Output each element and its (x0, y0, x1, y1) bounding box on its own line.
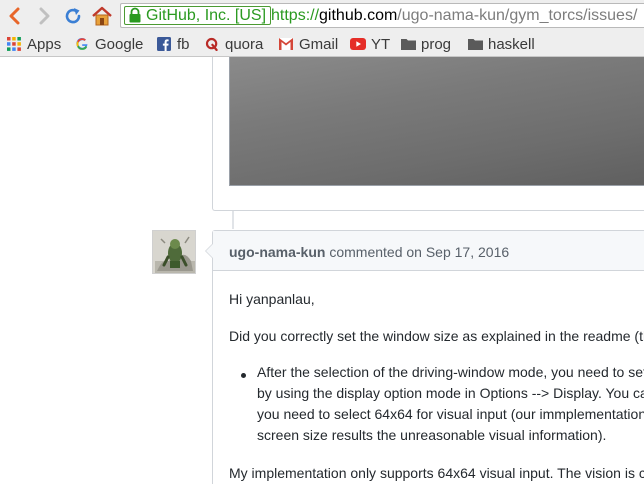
bookmark-label: Apps (27, 35, 62, 53)
bookmark-label: Google (95, 35, 144, 53)
folder-icon (400, 36, 416, 52)
google-icon (74, 36, 90, 52)
list-item-line: by using the display option mode in Opti… (257, 385, 644, 401)
ev-certificate-badge[interactable]: GitHub, Inc. [US] (124, 6, 272, 25)
comment-greeting: Hi yanpanlau, (229, 291, 315, 307)
url-scheme: https:// (271, 7, 320, 24)
folder-icon (467, 36, 483, 52)
back-arrow-icon (9, 7, 20, 25)
previous-comment (212, 57, 644, 211)
youtube-icon (350, 36, 366, 52)
bookmarks-bar: Apps Google fb quora Gmail YT prog haske… (0, 31, 644, 57)
comment-header: ugo-nama-kun commented on Sep 17, 2016 (213, 231, 644, 271)
facebook-icon (156, 36, 172, 52)
bookmark-label: fb (177, 35, 190, 53)
issue-page: ugo-nama-kun commented on Sep 17, 2016 H… (0, 57, 644, 484)
reload-icon (65, 8, 81, 24)
home-button[interactable] (90, 4, 114, 28)
url-text[interactable]: https://github.com/ugo-nama-kun/gym_torc… (271, 7, 637, 25)
bookmark-yt[interactable]: YT (350, 34, 390, 54)
bookmark-quora[interactable]: quora (204, 34, 263, 54)
forward-arrow-icon (39, 7, 50, 25)
list-item-line: screen size results the unreasonable vis… (257, 427, 607, 443)
bookmark-label: Gmail (299, 35, 339, 53)
comment-action-text: commented on (325, 244, 426, 260)
reload-button[interactable] (61, 4, 85, 28)
list-item-line: After the selection of the driving-windo… (257, 364, 644, 380)
back-button[interactable] (3, 4, 27, 28)
quora-icon (204, 36, 220, 52)
bookmark-fb[interactable]: fb (156, 34, 190, 54)
address-bar[interactable]: GitHub, Inc. [US] https://github.com/ugo… (120, 3, 644, 28)
bookmark-google[interactable]: Google (74, 34, 143, 54)
avatar[interactable] (152, 230, 196, 274)
bookmark-label: prog (421, 35, 452, 53)
bookmark-label: quora (225, 35, 264, 53)
lock-icon (129, 7, 141, 23)
comment-header-text: ugo-nama-kun commented on Sep 17, 2016 (229, 244, 509, 260)
bookmark-label: haskell (488, 35, 535, 53)
comment-closing: My implementation only supports 64x64 vi… (229, 465, 644, 481)
apps-grid-icon (6, 36, 22, 52)
avatar-image (153, 231, 195, 273)
security-label: GitHub, Inc. [US] (146, 6, 267, 24)
gmail-icon (278, 36, 294, 52)
comment-arrow-fill (206, 243, 214, 259)
bookmark-label: YT (371, 35, 391, 53)
comment-author-link[interactable]: ugo-nama-kun (229, 244, 325, 260)
bookmark-apps[interactable]: Apps (6, 34, 61, 54)
list-item: After the selection of the driving-windo… (257, 362, 644, 446)
home-icon (92, 6, 112, 26)
comment-date-link[interactable]: Sep 17, 2016 (426, 244, 509, 260)
bookmark-prog[interactable]: prog (400, 34, 451, 54)
embedded-screenshot-image[interactable] (229, 57, 644, 186)
comment-question: Did you correctly set the window size as… (229, 328, 644, 344)
browser-toolbar: GitHub, Inc. [US] https://github.com/ugo… (0, 0, 644, 31)
url-path: /ugo-nama-kun/gym_torcs/issues/ (397, 7, 638, 24)
bookmark-haskell[interactable]: haskell (467, 34, 535, 54)
forward-button[interactable] (32, 4, 56, 28)
timeline-connector (232, 211, 234, 229)
list-bullet (241, 373, 246, 378)
bookmark-gmail[interactable]: Gmail (278, 34, 338, 54)
list-item-line: you need to select 64x64 for visual inpu… (257, 406, 644, 422)
issue-comment: ugo-nama-kun commented on Sep 17, 2016 H… (205, 230, 644, 484)
url-host: github.com (319, 7, 398, 24)
